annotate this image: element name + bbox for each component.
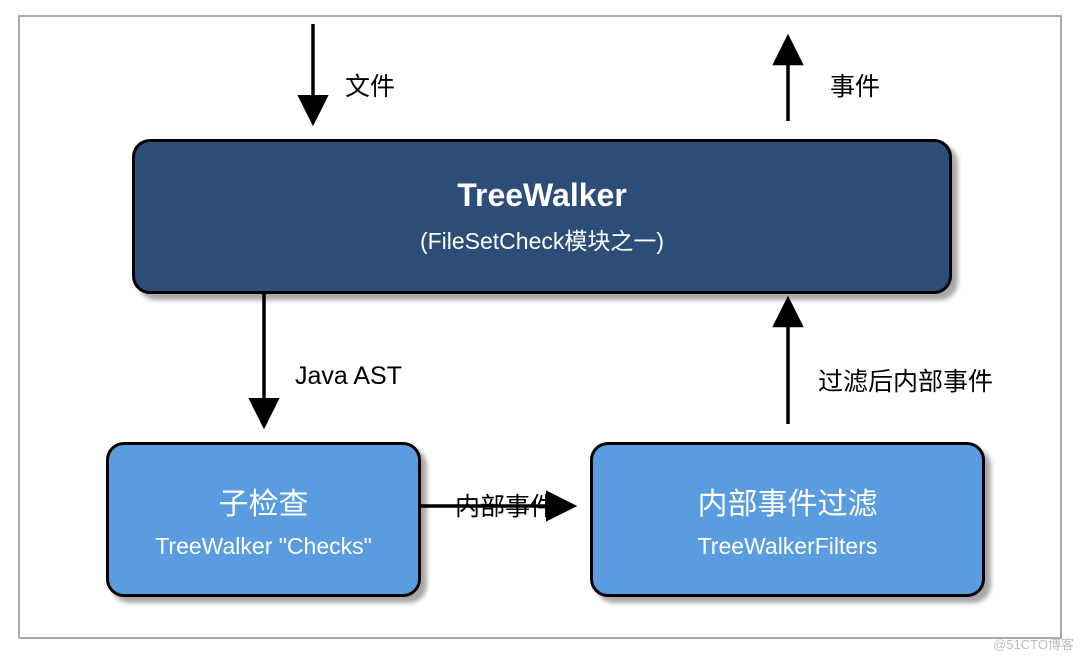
treewalker-subtitle: (FileSetCheck模块之一) [420,222,664,256]
checks-title: 子检查 [219,479,309,523]
checks-box: 子检查 TreeWalker "Checks" [106,442,421,597]
filters-subtitle: TreeWalkerFilters [698,533,878,560]
filters-title: 内部事件过滤 [698,479,878,523]
label-filtered-events: 过滤后内部事件 [818,362,993,398]
checks-subtitle: TreeWalker "Checks" [155,533,372,560]
filters-box: 内部事件过滤 TreeWalkerFilters [590,442,985,597]
label-event-out: 事件 [830,67,880,103]
label-inner-events: 内部事件 [455,487,555,523]
label-file-in: 文件 [345,67,395,103]
watermark: @51CTO博客 [993,634,1074,653]
treewalker-box: TreeWalker (FileSetCheck模块之一) [132,139,952,294]
diagram-frame: TreeWalker (FileSetCheck模块之一) 子检查 TreeWa… [18,15,1062,639]
label-java-ast: Java AST [295,362,402,391]
treewalker-title: TreeWalker [457,177,627,214]
